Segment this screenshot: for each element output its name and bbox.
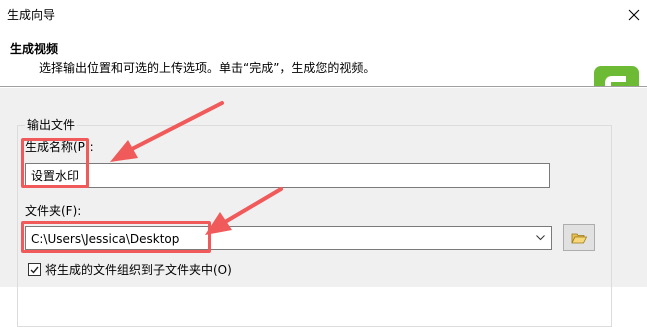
arrow-to-folder <box>205 187 283 235</box>
arrow-to-name <box>110 101 224 162</box>
annotation-arrows <box>110 101 283 235</box>
